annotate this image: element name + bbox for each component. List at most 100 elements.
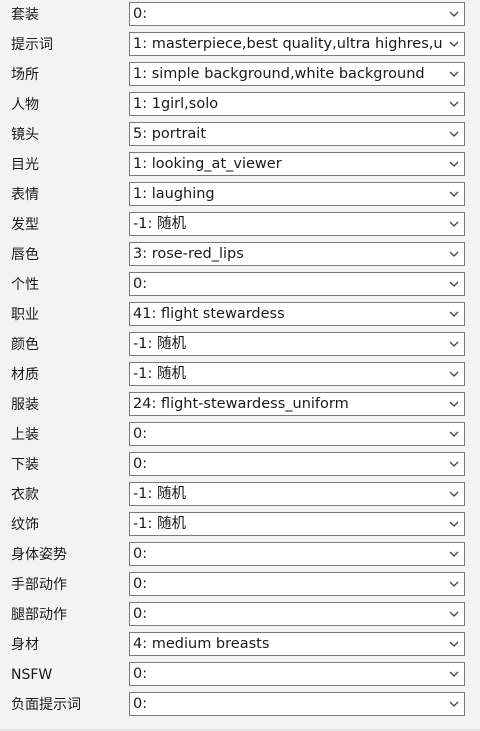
field-row-pattern: 纹饰 -1: 随机 bbox=[0, 510, 480, 540]
dropdown-value: 41: flight stewardess bbox=[133, 306, 285, 322]
dropdown-suit[interactable]: 0: bbox=[129, 2, 465, 26]
dropdown-value: 0: bbox=[133, 546, 148, 562]
chevron-down-icon bbox=[449, 41, 459, 47]
dropdown-location[interactable]: 1: simple background,white background bbox=[129, 62, 465, 86]
chevron-down-icon bbox=[449, 221, 459, 227]
dropdown-value: 0: bbox=[133, 606, 148, 622]
field-row-negative-prompt: 负面提示词 0: bbox=[0, 690, 480, 720]
field-label: 身体姿势 bbox=[11, 547, 67, 563]
field-label: 身材 bbox=[11, 637, 39, 653]
dropdown-value: 0: bbox=[133, 696, 148, 712]
field-row-top: 上装 0: bbox=[0, 420, 480, 450]
field-label: 手部动作 bbox=[11, 577, 67, 593]
field-label: 场所 bbox=[11, 67, 39, 83]
dropdown-bottom[interactable]: 0: bbox=[129, 452, 465, 476]
field-label: NSFW bbox=[11, 667, 53, 683]
field-row-leg-action: 腿部动作 0: bbox=[0, 600, 480, 630]
bottom-divider bbox=[0, 729, 480, 730]
field-label: 套装 bbox=[11, 7, 39, 23]
field-row-color: 颜色 -1: 随机 bbox=[0, 330, 480, 360]
dropdown-value: 0: bbox=[133, 6, 148, 22]
field-row-gaze: 目光 1: looking_at_viewer bbox=[0, 150, 480, 180]
chevron-down-icon bbox=[449, 521, 459, 527]
dropdown-value: 0: bbox=[133, 276, 148, 292]
chevron-down-icon bbox=[449, 671, 459, 677]
dropdown-value: 5: portrait bbox=[133, 126, 207, 142]
dropdown-value: 0: bbox=[133, 576, 148, 592]
dropdown-expression[interactable]: 1: laughing bbox=[129, 182, 465, 206]
dropdown-value: 3: rose-red_lips bbox=[133, 246, 244, 262]
field-row-clothing-style: 衣款 -1: 随机 bbox=[0, 480, 480, 510]
field-label: 表情 bbox=[11, 187, 39, 203]
field-label: 唇色 bbox=[11, 247, 39, 263]
dropdown-clothing-style[interactable]: -1: 随机 bbox=[129, 482, 465, 506]
dropdown-material[interactable]: -1: 随机 bbox=[129, 362, 465, 386]
chevron-down-icon bbox=[449, 551, 459, 557]
chevron-down-icon bbox=[449, 581, 459, 587]
field-row-suit: 套装 0: bbox=[0, 0, 480, 30]
dropdown-top[interactable]: 0: bbox=[129, 422, 465, 446]
field-row-shot: 镜头 5: portrait bbox=[0, 120, 480, 150]
field-row-nsfw: NSFW 0: bbox=[0, 660, 480, 690]
chevron-down-icon bbox=[449, 641, 459, 647]
dropdown-occupation[interactable]: 41: flight stewardess bbox=[129, 302, 465, 326]
field-label: 上装 bbox=[11, 427, 39, 443]
chevron-down-icon bbox=[449, 611, 459, 617]
chevron-down-icon bbox=[449, 191, 459, 197]
chevron-down-icon bbox=[449, 161, 459, 167]
chevron-down-icon bbox=[449, 401, 459, 407]
dropdown-leg-action[interactable]: 0: bbox=[129, 602, 465, 626]
dropdown-hairstyle[interactable]: -1: 随机 bbox=[129, 212, 465, 236]
field-label: 发型 bbox=[11, 217, 39, 233]
chevron-down-icon bbox=[449, 461, 459, 467]
field-row-hairstyle: 发型 -1: 随机 bbox=[0, 210, 480, 240]
field-label: 提示词 bbox=[11, 37, 53, 53]
field-label: 服装 bbox=[11, 397, 39, 413]
dropdown-gaze[interactable]: 1: looking_at_viewer bbox=[129, 152, 465, 176]
dropdown-value: 1: 1girl,solo bbox=[133, 96, 219, 112]
dropdown-pattern[interactable]: -1: 随机 bbox=[129, 512, 465, 536]
dropdown-prompt[interactable]: 1: masterpiece,best quality,ultra highre… bbox=[129, 32, 465, 56]
dropdown-personality[interactable]: 0: bbox=[129, 272, 465, 296]
field-label: 镜头 bbox=[11, 127, 39, 143]
dropdown-value: -1: 随机 bbox=[133, 336, 186, 352]
dropdown-character[interactable]: 1: 1girl,solo bbox=[129, 92, 465, 116]
field-label: 材质 bbox=[11, 367, 39, 383]
field-label: 纹饰 bbox=[11, 517, 39, 533]
field-row-material: 材质 -1: 随机 bbox=[0, 360, 480, 390]
field-row-outfit: 服装 24: flight-stewardess_uniform bbox=[0, 390, 480, 420]
chevron-down-icon bbox=[449, 371, 459, 377]
chevron-down-icon bbox=[449, 431, 459, 437]
dropdown-negative-prompt[interactable]: 0: bbox=[129, 692, 465, 716]
dropdown-value: 0: bbox=[133, 426, 148, 442]
dropdown-body-pose[interactable]: 0: bbox=[129, 542, 465, 566]
field-row-body-pose: 身体姿势 0: bbox=[0, 540, 480, 570]
dropdown-value: -1: 随机 bbox=[133, 516, 186, 532]
settings-panel: 套装 0: 提示词 1: masterpiece,best quality,ul… bbox=[0, 0, 480, 731]
field-label: 下装 bbox=[11, 457, 39, 473]
dropdown-value: 1: laughing bbox=[133, 186, 215, 202]
field-row-prompt: 提示词 1: masterpiece,best quality,ultra hi… bbox=[0, 30, 480, 60]
dropdown-hand-action[interactable]: 0: bbox=[129, 572, 465, 596]
dropdown-value: 0: bbox=[133, 666, 148, 682]
field-row-expression: 表情 1: laughing bbox=[0, 180, 480, 210]
field-label: 腿部动作 bbox=[11, 607, 67, 623]
dropdown-value: 1: looking_at_viewer bbox=[133, 156, 282, 172]
dropdown-value: -1: 随机 bbox=[133, 366, 186, 382]
field-row-figure: 身材 4: medium breasts bbox=[0, 630, 480, 660]
field-label: 职业 bbox=[11, 307, 39, 323]
dropdown-value: 1: masterpiece,best quality,ultra highre… bbox=[133, 36, 442, 52]
dropdown-figure[interactable]: 4: medium breasts bbox=[129, 632, 465, 656]
dropdown-lip-color[interactable]: 3: rose-red_lips bbox=[129, 242, 465, 266]
field-row-hand-action: 手部动作 0: bbox=[0, 570, 480, 600]
field-label: 人物 bbox=[11, 97, 39, 113]
dropdown-color[interactable]: -1: 随机 bbox=[129, 332, 465, 356]
dropdown-nsfw[interactable]: 0: bbox=[129, 662, 465, 686]
chevron-down-icon bbox=[449, 131, 459, 137]
dropdown-outfit[interactable]: 24: flight-stewardess_uniform bbox=[129, 392, 465, 416]
field-label: 个性 bbox=[11, 277, 39, 293]
chevron-down-icon bbox=[449, 311, 459, 317]
dropdown-value: 4: medium breasts bbox=[133, 636, 270, 652]
field-row-bottom: 下装 0: bbox=[0, 450, 480, 480]
dropdown-shot[interactable]: 5: portrait bbox=[129, 122, 465, 146]
